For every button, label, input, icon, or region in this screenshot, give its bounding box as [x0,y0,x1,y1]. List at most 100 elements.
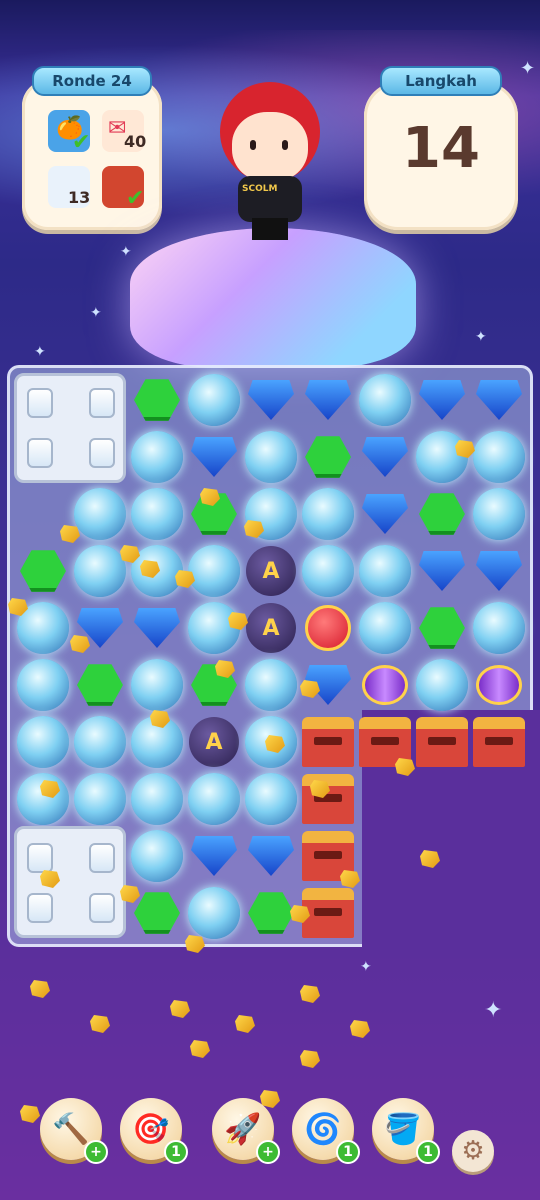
board-cell-green[interactable] [300,429,356,485]
board-cell-bubble[interactable] [471,486,527,542]
board-cell-bubble[interactable] [129,771,185,827]
board-cell-green[interactable] [414,600,470,656]
board-cell-bubble[interactable] [186,372,242,428]
blue-icon [191,437,237,477]
board-cell-bubble[interactable] [357,372,413,428]
board-cell-bubble[interactable] [72,486,128,542]
dark-icon: A [246,603,296,653]
bubble-icon [131,830,183,882]
board-cell-bubble[interactable] [243,429,299,485]
board-cell-mailbox[interactable] [300,714,356,770]
board-cell-mailbox[interactable] [414,714,470,770]
gift-box-goal-icon: ✔ [102,166,144,211]
blue-icon [134,608,180,648]
booster-count-badge: + [256,1140,280,1164]
board-cell-bubble[interactable] [72,771,128,827]
green-icon [305,436,351,478]
board-cell-ball[interactable] [300,600,356,656]
board-cell-bubble[interactable] [186,771,242,827]
gold-rock [235,1015,255,1033]
bubble-icon [131,773,183,825]
bubble-icon [188,545,240,597]
gold-rock [185,935,205,953]
hammer-booster-button[interactable]: 🔨 + [40,1098,108,1164]
crystal-pedestal [130,228,416,368]
board-cell-bubble[interactable] [129,657,185,713]
board-cell-bubble[interactable] [129,429,185,485]
blue-icon [248,836,294,876]
board-cell-bubble[interactable] [186,885,242,941]
board-cell-candy[interactable] [357,657,413,713]
board-cell-dark[interactable]: A [243,543,299,599]
bubble-icon [17,773,69,825]
star-icon: ✦ [120,244,132,260]
board-cell-blue[interactable] [414,543,470,599]
board-cell-green[interactable] [72,657,128,713]
board-cell-green[interactable] [15,543,71,599]
candy-icon [476,665,522,705]
round-label: Ronde 24 [32,66,152,96]
board-cell-blue[interactable] [414,372,470,428]
board-cell-blue[interactable] [300,372,356,428]
green-icon [419,607,465,649]
board-cell-bubble[interactable] [414,429,470,485]
settings-gear-button[interactable]: ⚙ [452,1130,494,1172]
board-cell-bubble[interactable] [129,486,185,542]
character-legs [252,218,288,240]
board-cell-bubble[interactable] [357,543,413,599]
gold-rock [90,1015,110,1033]
rocket-booster-button[interactable]: 🚀 + [212,1098,280,1164]
green-icon [248,892,294,934]
board-cell-blue[interactable] [243,372,299,428]
board-cell-dark[interactable]: A [186,714,242,770]
check-icon: ✔ [72,130,91,155]
board-cell-bubble[interactable] [357,600,413,656]
board-cell-bubble[interactable] [300,543,356,599]
milk-fridge-top [14,373,126,483]
cannon-booster-button[interactable]: 🎯 1 [120,1098,188,1164]
board-cell-blue[interactable] [471,372,527,428]
booster-count-badge: + [84,1140,108,1164]
milk-fridge-bottom [14,826,126,938]
mailbox-icon [302,717,354,767]
bubble-icon [74,716,126,768]
dark-icon: A [246,546,296,596]
board-cell-blue[interactable] [471,543,527,599]
bubble-icon [473,431,525,483]
board-cell-bubble[interactable] [15,657,71,713]
board-cell-bubble[interactable] [243,657,299,713]
star-icon: ✦ [360,959,372,975]
paint-bucket-booster-button[interactable]: 🪣 1 [372,1098,440,1164]
milk-jar-icon [27,843,53,873]
board-cell-blue[interactable] [357,429,413,485]
board-cell-blue[interactable] [129,600,185,656]
board-cell-mailbox[interactable] [471,714,527,770]
board-cell-dark[interactable]: A [243,600,299,656]
board-cell-bubble[interactable] [186,543,242,599]
star-icon: ✦ [34,344,46,360]
board-cell-blue[interactable] [186,828,242,884]
board-cell-candy[interactable] [471,657,527,713]
board-cell-bubble[interactable] [72,714,128,770]
board-cell-bubble[interactable] [129,828,185,884]
board-cell-bubble[interactable] [15,714,71,770]
pinwheel-booster-button[interactable]: 🌀 1 [292,1098,360,1164]
board-cell-blue[interactable] [357,486,413,542]
board-cell-bubble[interactable] [300,486,356,542]
board-cell-bubble[interactable] [414,657,470,713]
board-cell-bubble[interactable] [471,600,527,656]
green-icon [77,664,123,706]
board-cell-green[interactable] [186,657,242,713]
bubble-icon [188,374,240,426]
board-cell-bubble[interactable] [471,429,527,485]
board-cell-blue[interactable] [243,828,299,884]
bubble-icon [245,659,297,711]
board-cell-bubble[interactable] [15,771,71,827]
board-cell-bubble[interactable] [243,771,299,827]
board-cell-bubble[interactable] [72,543,128,599]
board-cell-mailbox[interactable] [300,771,356,827]
milk-jar-icon [27,438,53,468]
board-cell-blue[interactable] [186,429,242,485]
board-cell-green[interactable] [129,372,185,428]
board-cell-green[interactable] [414,486,470,542]
